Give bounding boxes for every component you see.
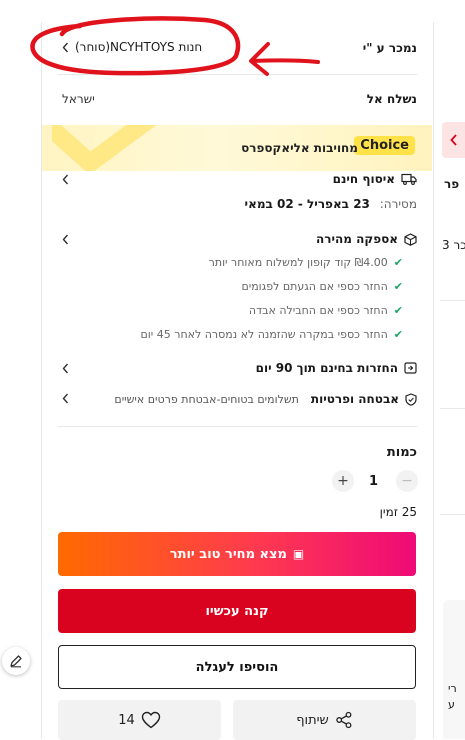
right-edge-pane: פר כר 3 רי ע — [440, 0, 465, 739]
right-edge-text-d: ע — [448, 698, 455, 711]
check-icon: ✔ — [393, 328, 403, 341]
heart-icon — [141, 711, 160, 729]
benefit-text: החזר כספי אם החבילה אבדה — [248, 304, 388, 317]
wishlist-button[interactable]: 14 — [58, 700, 221, 740]
fast-delivery-benefit: ✔ החזר כספי אם החבילה אבדה — [249, 304, 403, 317]
ship-to-label: נשלח אל — [366, 92, 417, 106]
returns-title: החזרות בחינם תוך 90 יום — [255, 361, 398, 375]
chevron-left-icon[interactable] — [62, 234, 69, 245]
chevron-left-icon[interactable] — [62, 363, 69, 374]
right-edge-text-a: פר — [444, 177, 460, 191]
check-icon: ✔ — [393, 256, 403, 269]
seller-label: נמכר ע "י — [362, 41, 417, 55]
divider — [58, 74, 417, 75]
edit-floating-button[interactable] — [2, 647, 30, 675]
ship-to-value[interactable]: ישראל — [62, 92, 95, 106]
delivery-label: מסירה: — [379, 197, 417, 211]
truck-icon — [401, 173, 417, 185]
security-subtitle: תשלומים בטוחים-אבטחת פרטים אישיים — [114, 392, 299, 406]
pickup-row[interactable]: איסוף חינם — [333, 172, 417, 186]
return-box-icon — [404, 362, 417, 374]
quantity-value[interactable]: 1 — [369, 474, 378, 489]
buy-now-button[interactable]: קנה עכשיו — [58, 589, 416, 633]
divider — [440, 300, 465, 301]
benefit-text: החזר כספי אם הגעתם לפגומים — [241, 280, 388, 293]
chevron-left-icon[interactable] — [62, 174, 69, 185]
choice-checkmark-watermark-icon — [52, 125, 157, 171]
divider — [58, 426, 417, 427]
find-better-price-button[interactable]: ▣ מצא מחיר טוב יותר — [58, 532, 416, 576]
delivery-dates: 23 באפריל - 02 במאי — [244, 197, 370, 211]
seller-store-link[interactable]: חנות NCYHTOYS(סוחר) — [62, 40, 202, 54]
delivery-row: מסירה: 23 באפריל - 02 במאי — [245, 197, 417, 211]
share-icon — [336, 711, 352, 729]
share-label: שיתוף — [296, 712, 329, 728]
shield-icon — [405, 392, 417, 406]
add-to-cart-button[interactable]: הוסיפו לעגלה — [58, 645, 416, 689]
fast-delivery-row[interactable]: אספקה מהירה — [316, 232, 417, 246]
fast-delivery-benefit: ✔ ₪4.00 קוד קופון למשלוח מאוחר יותר — [209, 256, 403, 269]
fast-delivery-benefit: ✔ החזר כספי אם הגעתם לפגומים — [241, 280, 403, 293]
right-edge-text-b: כר 3 — [442, 238, 465, 252]
returns-row[interactable]: החזרות בחינם תוך 90 יום — [256, 361, 417, 375]
pencil-icon — [10, 655, 22, 668]
quantity-label: כמות — [386, 445, 417, 460]
quantity-minus-button[interactable]: − — [396, 470, 418, 492]
chevron-left-icon — [62, 42, 69, 52]
price-tag-icon: ▣ — [292, 547, 305, 561]
quantity-plus-button[interactable]: + — [332, 470, 354, 492]
right-edge-card — [443, 600, 465, 739]
check-icon: ✔ — [393, 280, 403, 293]
find-better-price-label: מצא מחיר טוב יותר — [169, 546, 287, 562]
quantity-available: 25 זמין — [379, 505, 417, 519]
divider — [440, 514, 465, 515]
divider — [440, 408, 465, 409]
right-edge-text-c: רי — [448, 682, 457, 695]
product-purchase-panel: נמכר ע "י חנות NCYHTOYS(סוחר) נשלח אל יש… — [41, 22, 434, 740]
choice-commitment-text: מחויבות אליאקספרס — [241, 141, 358, 155]
security-title: אבטחה ופרטיות — [310, 392, 399, 406]
package-icon — [404, 232, 417, 246]
chevron-left-icon[interactable] — [62, 393, 69, 404]
security-row[interactable]: אבטחה ופרטיות תשלומים בטוחים-אבטחת פרטים… — [114, 392, 417, 406]
carousel-prev-button[interactable] — [442, 122, 465, 158]
share-button[interactable]: שיתוף — [233, 700, 416, 740]
benefit-text: החזר כספי במקרה שהזמנה לא נמסרה לאחר 45 … — [140, 328, 388, 341]
choice-banner: Choice מחויבות אליאקספרס — [42, 125, 432, 171]
seller-store-name: חנות NCYHTOYS(סוחר) — [75, 40, 203, 54]
check-icon: ✔ — [393, 304, 403, 317]
fast-delivery-title: אספקה מהירה — [316, 232, 398, 246]
wishlist-count: 14 — [118, 712, 135, 728]
chevron-left-icon — [449, 134, 457, 146]
choice-badge: Choice — [354, 136, 415, 155]
fast-delivery-benefit: ✔ החזר כספי במקרה שהזמנה לא נמסרה לאחר 45… — [140, 328, 403, 341]
benefit-text: ₪4.00 קוד קופון למשלוח מאוחר יותר — [208, 256, 388, 269]
pickup-title: איסוף חינם — [332, 172, 395, 186]
